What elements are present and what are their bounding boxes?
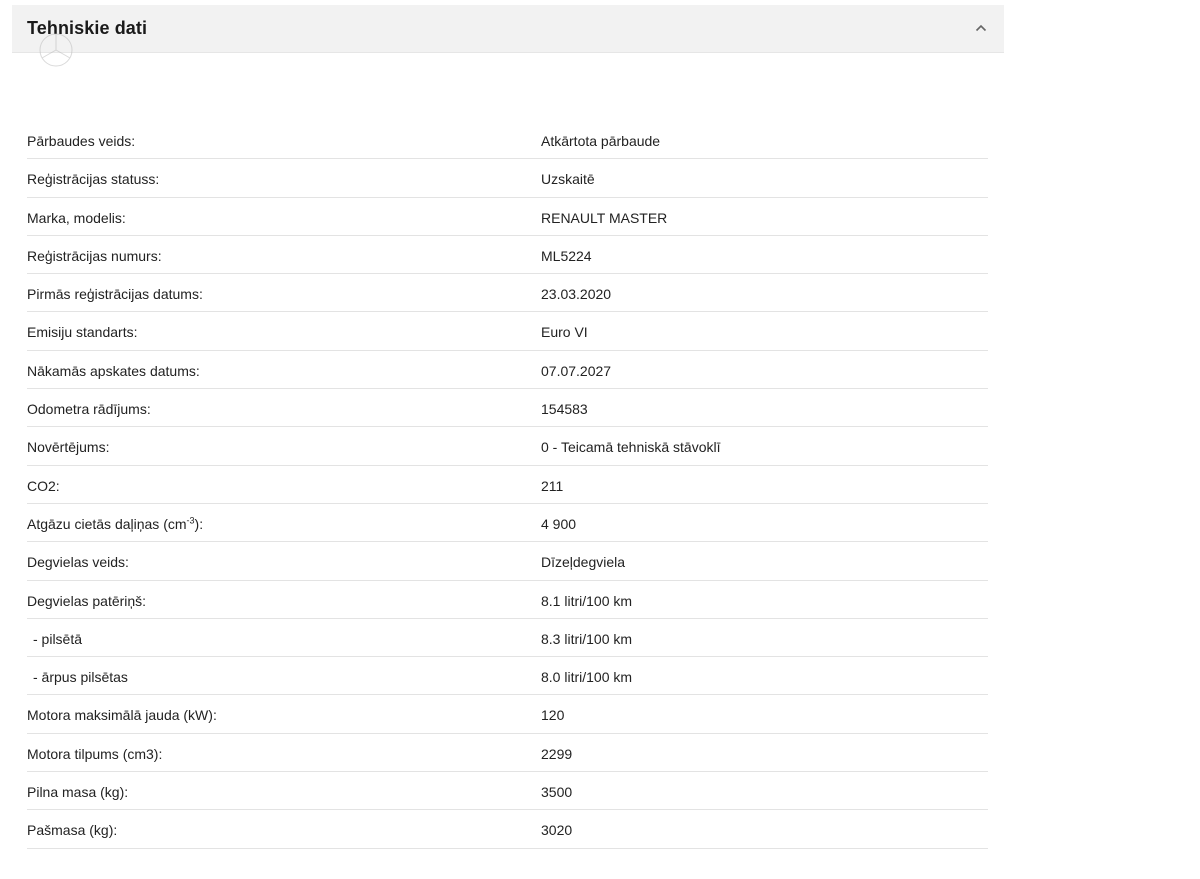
row-value: 8.1 litri/100 km	[541, 592, 633, 609]
row-value: 8.3 litri/100 km	[541, 630, 633, 647]
table-row: Degvielas veids: Dīzeļdegviela	[27, 542, 988, 581]
row-value: Euro VI	[541, 324, 588, 341]
row-label: Odometra rādījums:	[27, 401, 151, 418]
technical-data-table: Pārbaudes veids: Atkārtota pārbaude Reģi…	[27, 121, 988, 849]
row-value: ML5224	[541, 247, 592, 264]
row-value: 120	[541, 707, 565, 724]
row-label: Motora tilpums (cm3):	[27, 745, 163, 762]
table-row: Novērtējums: 0 - Teicamā tehniskā stāvok…	[27, 427, 988, 466]
table-row: - ārpus pilsētas 8.0 litri/100 km	[27, 657, 988, 696]
row-label-suffix: ):	[194, 515, 204, 532]
row-value: RENAULT MASTER	[541, 209, 668, 226]
row-label: Novērtējums:	[27, 439, 110, 456]
row-label: CO2:	[27, 477, 60, 494]
row-label: Marka, modelis:	[27, 209, 126, 226]
table-row: CO2: 211	[27, 466, 988, 504]
row-label: - pilsētā	[33, 630, 83, 647]
table-row: Motora maksimālā jauda (kW): 120	[27, 695, 988, 734]
row-value: 2299	[541, 745, 573, 762]
table-row: Motora tilpums (cm3): 2299	[27, 734, 988, 773]
row-label: Nākamās apskates datums:	[27, 362, 200, 379]
logo-watermark-icon	[36, 30, 76, 68]
row-value: Atkārtota pārbaude	[541, 133, 661, 149]
row-label: Atgāzu cietās daļiņas (cm-3):	[27, 516, 203, 532]
table-row: Atgāzu cietās daļiņas (cm-3): 4 900	[27, 504, 988, 543]
row-label: Degvielas patēriņš:	[27, 592, 147, 609]
table-row: Pašmasa (kg): 3020	[27, 810, 988, 849]
row-label: Reģistrācijas statuss:	[27, 171, 160, 188]
table-row: Emisiju standarts: Euro VI	[27, 312, 988, 351]
row-label: Pašmasa (kg):	[27, 822, 118, 839]
row-value: 23.03.2020	[541, 286, 612, 303]
table-row: Degvielas patēriņš: 8.1 litri/100 km	[27, 581, 988, 619]
row-label: Pirmās reģistrācijas datums:	[27, 286, 203, 303]
table-row: Odometra rādījums: 154583	[27, 389, 988, 428]
row-value: Dīzeļdegviela	[541, 554, 626, 571]
table-row: Pirmās reģistrācijas datums: 23.03.2020	[27, 274, 988, 313]
row-label: Reģistrācijas numurs:	[27, 247, 162, 264]
row-value: 4 900	[541, 515, 577, 532]
row-value: 211	[541, 477, 564, 494]
row-value: 07.07.2027	[541, 362, 612, 379]
table-row: Pārbaudes veids: Atkārtota pārbaude	[27, 121, 988, 160]
row-value: 154583	[541, 401, 588, 418]
row-value: 3500	[541, 784, 573, 801]
table-row: Marka, modelis: RENAULT MASTER	[27, 198, 988, 236]
row-value: Uzskaitē	[541, 171, 595, 188]
row-value: 0 - Teicamā tehniskā stāvoklī	[541, 439, 721, 456]
table-row: Reģistrācijas statuss: Uzskaitē	[27, 159, 988, 198]
row-value: 8.0 litri/100 km	[541, 669, 633, 686]
row-label: Pārbaudes veids:	[27, 133, 136, 149]
row-label: Emisiju standarts:	[27, 324, 138, 341]
row-label-text: Atgāzu cietās daļiņas (cm	[27, 515, 187, 532]
table-row: Reģistrācijas numurs: ML5224	[27, 236, 988, 275]
table-row: Pilna masa (kg): 3500	[27, 772, 988, 811]
row-label-sup: -3	[186, 515, 195, 526]
section-header[interactable]: Tehniskie dati	[12, 5, 1004, 53]
row-label: Degvielas veids:	[27, 554, 129, 571]
row-value: 3020	[541, 822, 573, 839]
row-label: Pilna masa (kg):	[27, 784, 129, 801]
row-label: - ārpus pilsētas	[33, 669, 128, 686]
table-row: Nākamās apskates datums: 07.07.2027	[27, 351, 988, 390]
chevron-up-icon[interactable]	[970, 17, 992, 39]
row-label: Motora maksimālā jauda (kW):	[27, 707, 217, 724]
table-row: - pilsētā 8.3 litri/100 km	[27, 619, 988, 658]
